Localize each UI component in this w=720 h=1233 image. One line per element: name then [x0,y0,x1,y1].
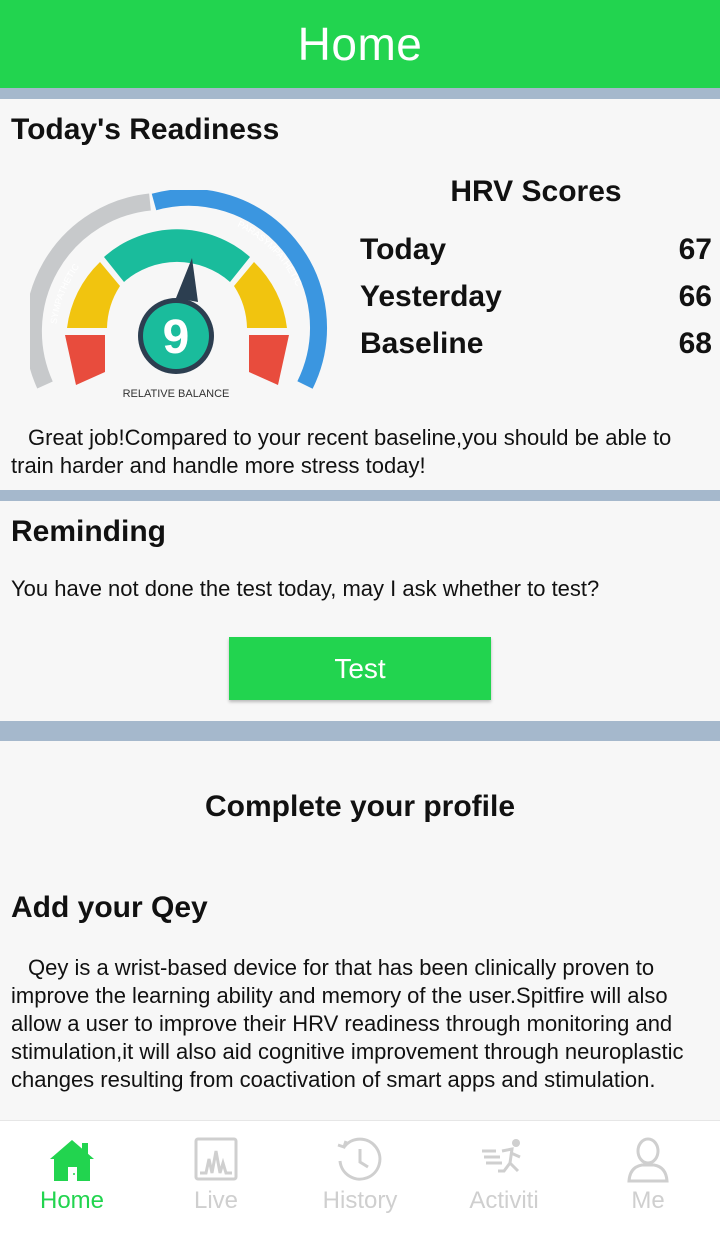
nav-item-me[interactable]: Me [576,1121,720,1233]
hrv-label: Today [360,233,447,266]
complete-profile-title: Complete your profile [204,790,516,823]
live-chart-icon [194,1137,238,1181]
home-icon [50,1140,94,1181]
reminding-text: You have not done the test today, may I … [11,576,600,601]
nav-item-history[interactable]: History [288,1121,432,1233]
nav-label-live: Live [193,1187,239,1214]
nav-label-home: Home [39,1187,105,1214]
readiness-gauge: SYMPATHETIC PARASYMPATHETIC 9 RELATIVE B… [30,190,327,400]
gauge-score: 9 [163,311,190,364]
hrv-value: 66 [678,280,712,313]
page-title: Home [297,18,423,70]
nav-label-history: History [322,1187,398,1214]
hrv-row-yesterday: Yesterday 66 [360,277,712,317]
gauge-caption: RELATIVE BALANCE [123,388,230,400]
device-description: Qey is a wrist-based device for that has… [11,955,684,1092]
nav-item-activities[interactable]: Activiti [432,1121,576,1233]
gauge-segment-low-right [249,335,289,385]
reminding-title: Reminding [11,515,166,548]
hrv-row-baseline: Baseline 68 [360,324,712,364]
gauge-segment-high [104,229,250,282]
nav-item-home[interactable]: Home [0,1121,144,1233]
hrv-label: Baseline [360,327,484,360]
hrv-row-today: Today 67 [360,230,712,270]
gauge-needle [176,258,198,302]
section-divider [0,490,720,501]
section-divider [0,88,720,99]
bottom-nav: Home Live History Activiti Me [0,1120,720,1233]
gauge-segment-low-left [65,335,105,385]
gauge-segment-mid-right [234,262,287,328]
nav-item-live[interactable]: Live [144,1121,288,1233]
running-icon [482,1139,521,1173]
readiness-title: Today's Readiness [11,113,280,146]
add-device-title: Add your Qey [11,891,208,924]
history-clock-icon [337,1137,382,1181]
hrv-value: 67 [678,233,712,266]
test-button[interactable]: Test [229,637,491,700]
nav-label-me: Me [631,1187,665,1214]
readiness-message: Great job!Compared to your recent baseli… [11,425,672,478]
hrv-scores-title: HRV Scores [450,175,622,208]
hrv-value: 68 [678,327,712,360]
nav-label-activities: Activiti [469,1187,539,1214]
section-divider [0,721,720,741]
app-bar: Home [0,0,720,88]
hrv-label: Yesterday [360,280,502,313]
person-icon [627,1137,669,1183]
